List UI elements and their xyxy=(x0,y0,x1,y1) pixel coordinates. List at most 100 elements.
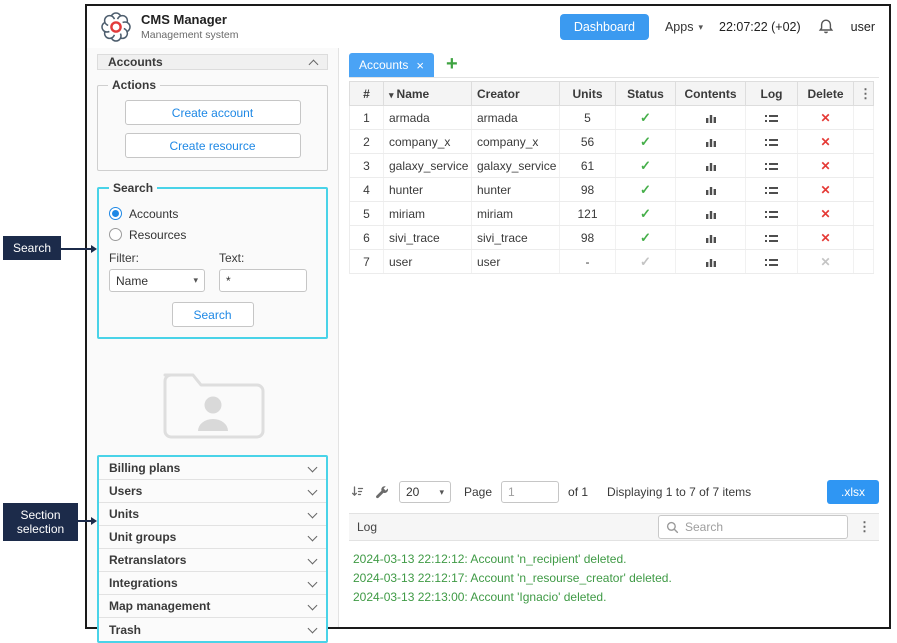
contents-cell[interactable] xyxy=(675,129,746,154)
table-row[interactable]: 4 hunter hunter 98 ✓ ✕ xyxy=(349,177,874,202)
log-search-input[interactable] xyxy=(685,520,840,534)
contents-chart-icon[interactable] xyxy=(705,257,717,268)
log-list-icon[interactable] xyxy=(765,114,778,123)
contents-chart-icon[interactable] xyxy=(705,185,717,196)
sort-icon[interactable] xyxy=(349,484,365,500)
col-header-creator[interactable]: Creator xyxy=(471,81,560,106)
delete-cell[interactable]: ✕ xyxy=(797,153,854,178)
account-name-cell[interactable]: company_x xyxy=(383,129,472,154)
log-cell[interactable] xyxy=(745,225,798,250)
delete-cell[interactable]: ✕ xyxy=(797,225,854,250)
status-check-icon[interactable]: ✓ xyxy=(640,134,651,149)
log-cell[interactable] xyxy=(745,129,798,154)
sidebar-panel-accounts[interactable]: Accounts xyxy=(97,54,328,70)
delete-x-icon[interactable]: ✕ xyxy=(820,255,830,269)
delete-x-icon[interactable]: ✕ xyxy=(820,207,830,221)
delete-x-icon[interactable]: ✕ xyxy=(820,111,830,125)
dashboard-button[interactable]: Dashboard xyxy=(559,14,649,40)
status-check-icon[interactable]: ✓ xyxy=(640,254,651,269)
contents-cell[interactable] xyxy=(675,225,746,250)
log-cell[interactable] xyxy=(745,177,798,202)
apps-menu[interactable]: Apps ▾ xyxy=(665,20,703,34)
table-row[interactable]: 1 armada armada 5 ✓ ✕ xyxy=(349,105,874,130)
table-row[interactable]: 6 sivi_trace sivi_trace 98 ✓ ✕ xyxy=(349,225,874,250)
delete-x-icon[interactable]: ✕ xyxy=(820,231,830,245)
status-cell[interactable]: ✓ xyxy=(615,177,676,202)
status-check-icon[interactable]: ✓ xyxy=(640,230,651,245)
contents-chart-icon[interactable] xyxy=(705,233,717,244)
col-header-status[interactable]: Status xyxy=(615,81,676,106)
contents-chart-icon[interactable] xyxy=(705,113,717,124)
sidebar-section-unit-groups[interactable]: Unit groups xyxy=(99,526,326,549)
search-text-input[interactable] xyxy=(219,269,307,292)
account-name-cell[interactable]: sivi_trace xyxy=(383,225,472,250)
status-cell[interactable]: ✓ xyxy=(615,249,676,274)
log-list-icon[interactable] xyxy=(765,186,778,195)
account-name-cell[interactable]: armada xyxy=(383,105,472,130)
tab-accounts[interactable]: Accounts × xyxy=(349,53,434,77)
delete-cell[interactable]: ✕ xyxy=(797,129,854,154)
contents-cell[interactable] xyxy=(675,105,746,130)
table-menu-icon[interactable]: ⋮ xyxy=(853,81,874,106)
log-list-icon[interactable] xyxy=(765,210,778,219)
sidebar-section-integrations[interactable]: Integrations xyxy=(99,572,326,595)
log-list-icon[interactable] xyxy=(765,162,778,171)
status-cell[interactable]: ✓ xyxy=(615,225,676,250)
delete-x-icon[interactable]: ✕ xyxy=(820,183,830,197)
account-name-cell[interactable]: miriam xyxy=(383,201,472,226)
create-account-button[interactable]: Create account xyxy=(124,100,301,125)
close-icon[interactable]: × xyxy=(416,59,424,72)
status-check-icon[interactable]: ✓ xyxy=(640,110,651,125)
status-cell[interactable]: ✓ xyxy=(615,201,676,226)
create-resource-button[interactable]: Create resource xyxy=(124,133,301,158)
notifications-bell-icon[interactable] xyxy=(817,18,835,36)
contents-chart-icon[interactable] xyxy=(705,137,717,148)
add-tab-button[interactable]: + xyxy=(446,54,458,77)
col-header-num[interactable]: # xyxy=(349,81,384,106)
contents-chart-icon[interactable] xyxy=(705,161,717,172)
delete-cell[interactable]: ✕ xyxy=(797,105,854,130)
sidebar-section-retranslators[interactable]: Retranslators xyxy=(99,549,326,572)
delete-x-icon[interactable]: ✕ xyxy=(820,159,830,173)
contents-cell[interactable] xyxy=(675,201,746,226)
delete-cell[interactable]: ✕ xyxy=(797,201,854,226)
table-row[interactable]: 5 miriam miriam 121 ✓ ✕ xyxy=(349,201,874,226)
col-header-contents[interactable]: Contents xyxy=(675,81,746,106)
col-header-delete[interactable]: Delete xyxy=(797,81,854,106)
status-check-icon[interactable]: ✓ xyxy=(640,158,651,173)
status-cell[interactable]: ✓ xyxy=(615,153,676,178)
account-name-cell[interactable]: galaxy_service xyxy=(383,153,472,178)
account-name-cell[interactable]: hunter xyxy=(383,177,472,202)
log-list-icon[interactable] xyxy=(765,234,778,243)
sidebar-section-map-management[interactable]: Map management xyxy=(99,595,326,618)
col-header-units[interactable]: Units xyxy=(559,81,616,106)
table-row[interactable]: 7 user user - ✓ ✕ xyxy=(349,249,874,274)
sidebar-section-users[interactable]: Users xyxy=(99,480,326,503)
search-button[interactable]: Search xyxy=(171,302,254,327)
sidebar-section-billing-plans[interactable]: Billing plans xyxy=(99,457,326,480)
status-cell[interactable]: ✓ xyxy=(615,129,676,154)
sidebar-section-trash[interactable]: Trash xyxy=(99,618,326,641)
log-cell[interactable] xyxy=(745,249,798,274)
log-cell[interactable] xyxy=(745,153,798,178)
contents-cell[interactable] xyxy=(675,153,746,178)
table-row[interactable]: 3 galaxy_service galaxy_service 61 ✓ ✕ xyxy=(349,153,874,178)
col-header-name[interactable]: ▾ Name xyxy=(383,81,472,106)
radio-accounts[interactable]: Accounts xyxy=(109,203,316,224)
export-xlsx-button[interactable]: .xlsx xyxy=(827,480,879,504)
col-header-log[interactable]: Log xyxy=(745,81,798,106)
filter-select[interactable]: Name ▾ xyxy=(109,269,205,292)
log-menu-icon[interactable]: ⋮ xyxy=(858,519,871,535)
contents-cell[interactable] xyxy=(675,177,746,202)
log-cell[interactable] xyxy=(745,201,798,226)
log-cell[interactable] xyxy=(745,105,798,130)
status-cell[interactable]: ✓ xyxy=(615,105,676,130)
status-check-icon[interactable]: ✓ xyxy=(640,206,651,221)
contents-chart-icon[interactable] xyxy=(705,209,717,220)
account-name-cell[interactable]: user xyxy=(383,249,472,274)
delete-cell[interactable]: ✕ xyxy=(797,177,854,202)
status-check-icon[interactable]: ✓ xyxy=(640,182,651,197)
wrench-icon[interactable] xyxy=(374,484,390,500)
user-menu[interactable]: user xyxy=(851,20,875,34)
log-list-icon[interactable] xyxy=(765,258,778,267)
